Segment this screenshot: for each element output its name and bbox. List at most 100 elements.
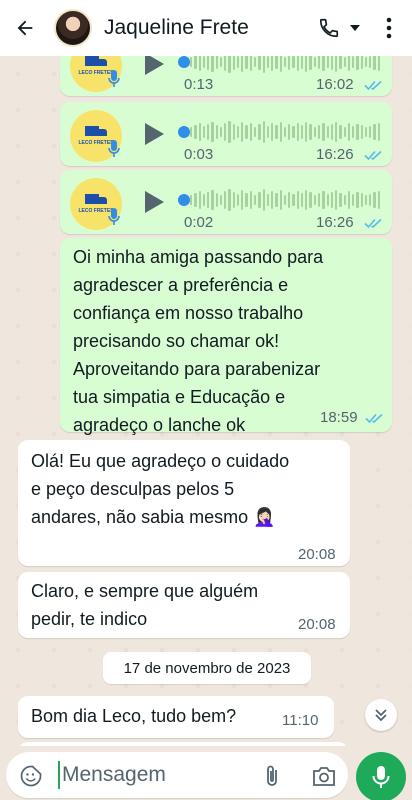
- chat-header: Jaqueline Frete: [0, 0, 412, 56]
- truck-icon: [85, 126, 107, 138]
- waveform-bar: [377, 191, 380, 209]
- waveform-bar: [262, 189, 265, 211]
- waveform-bar: [249, 56, 252, 71]
- waveform-bar: [317, 56, 321, 69]
- waveform-bar: [326, 194, 329, 206]
- waveform-bar: [271, 123, 274, 141]
- voice-message[interactable]: LECO FRETES 0:13 16:02: [60, 56, 392, 96]
- waveform-bar: [245, 193, 248, 207]
- date-separator: 17 de novembro de 2023: [103, 652, 311, 684]
- waveform-bar: [352, 56, 355, 68]
- playback-position-dot[interactable]: [178, 56, 190, 68]
- waveform-bar: [253, 127, 257, 137]
- waveform-bar: [296, 56, 299, 71]
- audio-waveform[interactable]: [190, 188, 380, 212]
- message-time: 11:10: [282, 712, 319, 729]
- read-ticks-icon: [364, 218, 382, 229]
- waveform-bar: [275, 56, 278, 69]
- waveform-bar: [241, 122, 244, 142]
- incoming-text-message[interactable]: Bom dia Leco, tudo bem? 11:10: [18, 696, 334, 738]
- waveform-bar: [241, 190, 244, 210]
- waveform-bar: [339, 193, 342, 207]
- message-text: Oi minha amiga passando para agradescer …: [73, 243, 323, 439]
- waveform-bar: [360, 56, 363, 69]
- waveform-bar: [207, 56, 210, 70]
- waveform-bar: [266, 194, 270, 206]
- waveform-bar: [202, 126, 206, 138]
- waveform-bar: [356, 192, 359, 208]
- outgoing-text-message[interactable]: Oi minha amiga passando para agradescer …: [60, 238, 392, 435]
- message-input[interactable]: [58, 761, 248, 789]
- incoming-text-message[interactable]: [18, 742, 348, 746]
- waveform-bar: [198, 191, 201, 209]
- incoming-text-message[interactable]: Claro, e sempre que alguém pedir, te ind…: [18, 572, 350, 638]
- waveform-bar: [258, 56, 261, 70]
- message-line: Claro, e sempre que alguém: [31, 581, 259, 601]
- back-arrow-icon[interactable]: [14, 17, 36, 39]
- waveform-bar: [356, 124, 359, 140]
- more-vert-icon[interactable]: [376, 15, 402, 41]
- voice-record-button[interactable]: [356, 752, 406, 800]
- waveform-bar: [352, 126, 355, 138]
- waveform-bar: [211, 56, 214, 72]
- voice-message[interactable]: LECO FRETES 0:03 16:26: [60, 102, 392, 166]
- play-icon[interactable]: [143, 122, 165, 146]
- message-text: Bom dia Leco, tudo bem?: [31, 706, 237, 726]
- waveform-bar: [330, 192, 334, 208]
- message-line: Olá! Eu que agradeço o cuidado: [31, 451, 290, 471]
- waveform-bar: [292, 56, 295, 68]
- waveform-bar: [275, 193, 278, 207]
- waveform-bar: [305, 56, 308, 72]
- message-line: andares, não sabia mesmo 🤦🏻‍♀️: [31, 507, 276, 527]
- message-time: 20:08: [298, 616, 336, 633]
- chat-area[interactable]: LECO FRETES 0:13 16:02 LECO FRETES 0:03 …: [0, 56, 412, 746]
- play-icon[interactable]: [143, 56, 165, 76]
- message-text: Olá! Eu que agradeço o cuidado e peço de…: [31, 447, 289, 531]
- waveform-bar: [198, 123, 201, 141]
- waveform-bar: [262, 56, 265, 73]
- contact-avatar[interactable]: [54, 9, 92, 47]
- waveform-bar: [373, 56, 376, 70]
- waveform-bar: [364, 57, 368, 67]
- phone-icon[interactable]: [316, 15, 342, 41]
- waveform-bar: [322, 123, 325, 141]
- contact-name[interactable]: Jaqueline Frete: [104, 16, 316, 40]
- waveform-bar: [279, 190, 282, 210]
- waveform-bar: [300, 193, 304, 207]
- waveform-bar: [347, 56, 351, 71]
- message-line: Aproveitando para parabenizar: [73, 359, 321, 379]
- voice-message[interactable]: LECO FRETES 0:02 16:26: [60, 170, 392, 234]
- waveform-bar: [300, 56, 304, 69]
- sticker-emoji-icon[interactable]: [20, 765, 42, 787]
- message-time: 20:08: [298, 546, 336, 563]
- audio-waveform[interactable]: [190, 56, 380, 74]
- playback-position-dot[interactable]: [178, 126, 190, 138]
- waveform-bar: [258, 124, 261, 140]
- waveform-bar: [373, 124, 376, 140]
- waveform-bar: [202, 56, 206, 68]
- playback-position-dot[interactable]: [178, 194, 190, 206]
- waveform-bar: [313, 57, 316, 67]
- call-dropdown-icon[interactable]: [346, 15, 364, 41]
- waveform-bar: [228, 189, 231, 211]
- mic-icon: [372, 766, 390, 788]
- scroll-to-bottom-button[interactable]: [365, 699, 397, 731]
- waveform-bar: [300, 125, 304, 139]
- waveform-bar: [288, 56, 291, 70]
- read-ticks-icon: [364, 80, 382, 91]
- message-time: 18:59: [320, 409, 358, 426]
- camera-icon[interactable]: [312, 765, 336, 787]
- waveform-bar: [232, 56, 235, 70]
- waveform-bar: [275, 125, 278, 139]
- waveform-bar: [292, 126, 295, 138]
- message-text: Claro, e sempre que alguém pedir, te ind…: [31, 577, 258, 633]
- attach-paperclip-icon[interactable]: [262, 764, 282, 788]
- waveform-bar: [224, 123, 227, 141]
- waveform-bar: [369, 194, 372, 206]
- audio-waveform[interactable]: [190, 120, 380, 144]
- waveform-bar: [194, 125, 197, 139]
- incoming-text-message[interactable]: Olá! Eu que agradeço o cuidado e peço de…: [18, 440, 350, 566]
- play-icon[interactable]: [143, 190, 165, 214]
- waveform-bar: [347, 123, 351, 141]
- waveform-bar: [190, 57, 193, 67]
